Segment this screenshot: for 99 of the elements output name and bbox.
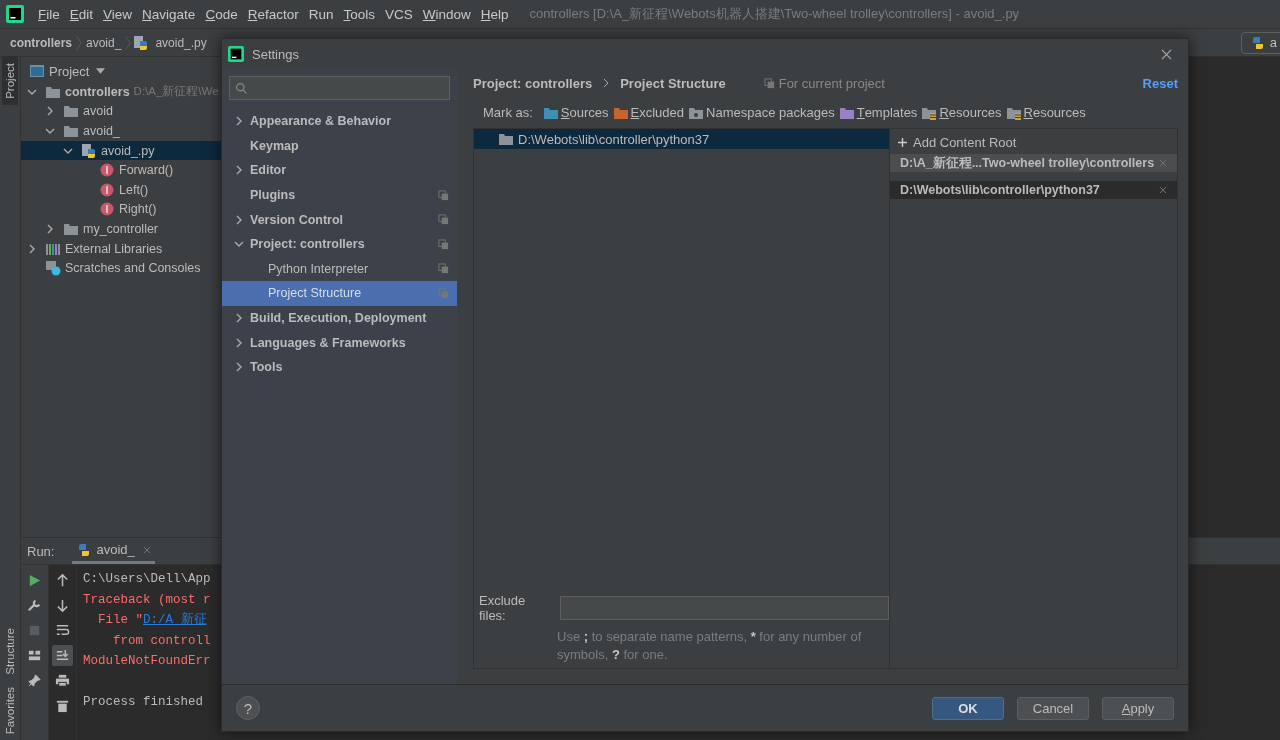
content-root-item[interactable]: D:\A_新征程...Two-wheel trolley\controllers (890, 154, 1177, 172)
mark-as-label: Mark as: (483, 105, 533, 120)
tool-window-tab[interactable]: Favorites (2, 680, 18, 740)
console-line: Traceback (most r (83, 591, 211, 609)
folder-icon (498, 131, 514, 147)
dialog-button[interactable]: Cancel (1017, 696, 1089, 720)
python-file-icon (81, 142, 97, 159)
chevron-icon (234, 362, 244, 373)
function-icon (99, 162, 115, 179)
settings-nav-item[interactable]: Languages & Frameworks (222, 330, 457, 355)
pin-icon[interactable] (27, 673, 42, 688)
panel-title[interactable]: Project (49, 63, 90, 79)
menu-item[interactable]: Refactor (242, 6, 304, 22)
breadcrumb-item[interactable]: avoid_ (84, 35, 124, 50)
print-icon[interactable] (55, 673, 70, 688)
console-line: Process finished (83, 693, 204, 711)
window-title: controllers [D:\A_新征程\Webots机器人搭建\Two-wheel trolley\controllers] - avoid_.py (529, 5, 1020, 23)
function-icon (99, 201, 115, 218)
search-field[interactable] (229, 76, 450, 100)
menu-item[interactable]: Edit (64, 6, 99, 22)
down-arrow-icon[interactable] (55, 598, 70, 613)
plus-icon (898, 138, 907, 147)
menu-item[interactable]: VCS (379, 6, 418, 22)
help-button[interactable]: ? (236, 696, 260, 720)
chevron-icon (234, 116, 244, 127)
breadcrumb-item: Project: controllers (473, 75, 593, 91)
menu-item[interactable]: Help (475, 6, 514, 22)
settings-nav-item[interactable]: Project Structure (222, 281, 457, 306)
mark-as-option[interactable]: Namespace packages (688, 104, 835, 121)
breadcrumb-item[interactable]: avoid_.py (153, 35, 209, 50)
menu-item[interactable]: Code (200, 6, 243, 22)
mark-as-option[interactable]: Excluded (612, 104, 685, 121)
chevron-icon (602, 78, 611, 88)
copy-icon (438, 189, 449, 201)
exclude-files-label: Exclude files: (479, 593, 527, 623)
trash-icon[interactable] (55, 698, 70, 713)
chevron-icon (234, 337, 244, 348)
console-line: File "D:/A_新征 (97, 611, 207, 629)
reset-link[interactable]: Reset (1142, 75, 1178, 91)
mark-as-option[interactable]: Sources (542, 104, 609, 121)
folder-item[interactable]: D:\Webots\lib\controller\python37 (474, 129, 889, 149)
search-icon (235, 81, 248, 95)
editor-tab[interactable]: a (1240, 31, 1280, 54)
settings-nav-item[interactable]: Build, Execution, Deployment (222, 305, 457, 331)
close-icon[interactable] (1161, 48, 1172, 60)
menu-item[interactable]: File (33, 6, 65, 22)
chevron-icon (45, 223, 55, 234)
scratches-icon (45, 260, 61, 277)
menu-item[interactable]: Navigate (137, 6, 201, 22)
copy-icon (438, 214, 449, 226)
dialog-button[interactable]: OK (932, 696, 1004, 720)
menu-item[interactable]: Window (417, 6, 476, 22)
remove-icon[interactable] (1159, 186, 1167, 194)
up-arrow-icon[interactable] (55, 573, 70, 588)
dialog-title: Settings (252, 46, 299, 62)
copy-icon (438, 287, 449, 299)
console-line: from controll (112, 632, 211, 650)
function-icon (99, 181, 115, 198)
wrap-icon[interactable] (55, 623, 70, 638)
dialog-button[interactable]: Apply (1102, 696, 1174, 720)
tool-window-tab[interactable]: Project (2, 57, 18, 105)
chevron-icon (234, 214, 244, 225)
python-file-icon (133, 34, 150, 51)
copy-icon (763, 77, 775, 89)
scroll-end-icon[interactable] (52, 645, 73, 666)
settings-nav-item[interactable]: Tools (222, 354, 457, 380)
chevron-icon (234, 313, 244, 324)
mark-as-option[interactable]: Resources (1005, 104, 1086, 121)
menu-item[interactable]: Run (303, 6, 339, 22)
app-logo-icon (228, 46, 244, 62)
mark-as-option[interactable]: Resources (921, 104, 1002, 121)
run-label: Run: (27, 543, 55, 559)
copy-icon (438, 263, 449, 275)
tool-window-tab[interactable]: Structure (2, 622, 18, 681)
window-icon (29, 63, 45, 79)
mark-as-option[interactable]: Templates (838, 104, 918, 121)
console-line: C:\Users\Dell\App (83, 571, 211, 588)
console-line: ModuleNotFoundErr (83, 653, 211, 670)
breadcrumb-item[interactable]: controllers (8, 35, 74, 50)
run-icon[interactable] (27, 573, 42, 588)
chevron-icon (234, 165, 244, 176)
copy-icon (438, 238, 449, 250)
scope-label: For current project (778, 75, 885, 91)
chevron-icon (45, 106, 55, 117)
folder-icon (63, 103, 79, 120)
app-logo-icon (6, 5, 24, 23)
hint-text: Use ; to separate name patterns, * for any number of symbols, ? for one. (556, 628, 863, 664)
chevron-icon (27, 243, 37, 254)
layout-icon[interactable] (27, 648, 42, 663)
add-content-root-button[interactable]: Add Content Root (890, 131, 1025, 154)
content-root-item[interactable]: D:\Webots\lib\controller\python37 (890, 181, 1177, 199)
menu-item[interactable]: Tools (338, 6, 380, 22)
chevron-icon (45, 126, 55, 136)
dropdown-icon (96, 68, 106, 74)
menu-item[interactable]: View (98, 6, 138, 22)
breadcrumb-item: Project Structure (620, 75, 726, 91)
file-link[interactable]: D:/A_新征 (143, 613, 207, 627)
wrench-icon[interactable] (27, 598, 42, 613)
exclude-files-field[interactable] (559, 596, 889, 620)
